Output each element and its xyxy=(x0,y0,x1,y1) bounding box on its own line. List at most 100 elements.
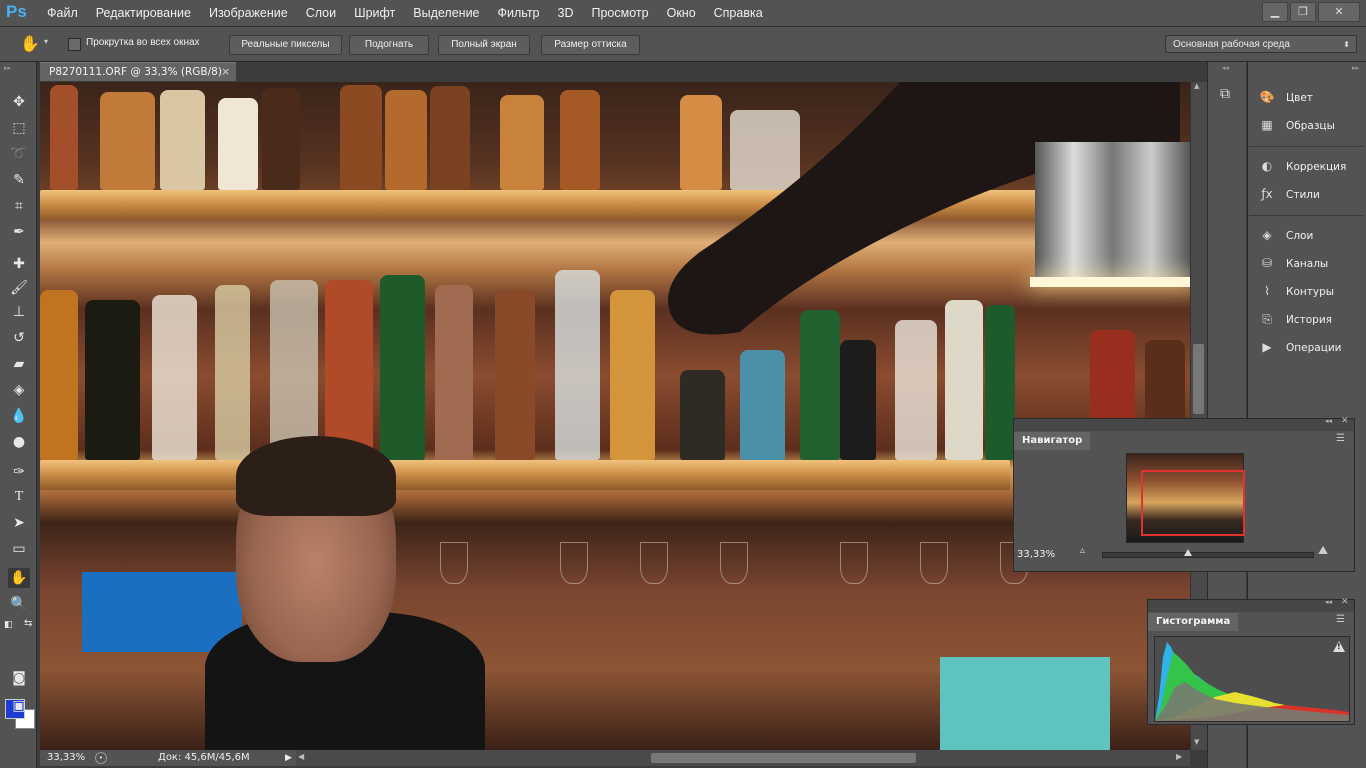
panel-channels[interactable]: ⛁ Каналы xyxy=(1258,252,1358,274)
hand-tool-icon[interactable]: ✋ xyxy=(8,568,30,588)
scroll-left-icon[interactable]: ◀ xyxy=(298,752,304,761)
fit-screen-button[interactable]: Подогнать xyxy=(349,35,429,55)
screen-mode-icon[interactable]: ▣ xyxy=(8,696,30,716)
menu-edit[interactable]: Редактирование xyxy=(87,0,200,26)
panel-layers[interactable]: ◈ Слои xyxy=(1258,224,1358,246)
panel-menu-icon[interactable]: ☰ xyxy=(1336,433,1345,444)
close-document-icon[interactable]: × xyxy=(221,63,230,82)
menu-help[interactable]: Справка xyxy=(705,0,772,26)
minimize-button[interactable]: ▁ xyxy=(1262,2,1288,22)
close-window-button[interactable]: ✕ xyxy=(1318,2,1360,22)
collapse-dock-icon[interactable]: ▸▸ xyxy=(1352,64,1359,72)
3d-panel-icon[interactable]: ⧉ xyxy=(1220,86,1230,102)
main-menu: Файл Редактирование Изображение Слои Шри… xyxy=(38,0,772,26)
photo-bottle xyxy=(380,275,425,460)
panel-paths[interactable]: ⌇ Контуры xyxy=(1258,280,1358,302)
marquee-tool-icon[interactable]: ⬚ xyxy=(8,118,30,138)
fill-screen-button[interactable]: Полный экран xyxy=(438,35,530,55)
zoom-in-icon[interactable]: ⛰ xyxy=(1318,543,1328,558)
default-colors-icon[interactable]: ◧ xyxy=(4,620,13,630)
healing-brush-tool-icon[interactable]: ✚ xyxy=(8,254,30,274)
pen-tool-icon[interactable]: ✑ xyxy=(8,462,30,482)
navigator-zoom-slider-knob[interactable] xyxy=(1184,549,1192,556)
hand-tool-preset-icon[interactable]: ✋ xyxy=(20,34,40,53)
crop-tool-icon[interactable]: ⌗ xyxy=(8,196,30,216)
status-menu-arrow-icon[interactable]: ▶ xyxy=(285,750,292,766)
warning-mark: ! xyxy=(1337,642,1341,651)
grid-icon: ▦ xyxy=(1261,118,1273,132)
print-size-button[interactable]: Размер оттиска xyxy=(541,35,640,55)
menu-image[interactable]: Изображение xyxy=(200,0,297,26)
photo-bottle xyxy=(152,295,197,460)
rectangle-tool-icon[interactable]: ▭ xyxy=(8,539,30,559)
navigator-thumbnail[interactable] xyxy=(1126,453,1245,543)
type-tool-icon[interactable]: T xyxy=(8,487,30,507)
zoom-tool-icon[interactable]: 🔍 xyxy=(8,594,30,614)
navigator-tab[interactable]: Навигатор xyxy=(1014,432,1091,450)
stamp-tool-icon[interactable]: ⊥ xyxy=(8,302,30,322)
menu-3d[interactable]: 3D xyxy=(549,0,583,26)
close-icon[interactable]: ✕ xyxy=(1341,416,1349,426)
zoom-level[interactable]: 33,33% xyxy=(47,750,85,766)
history-brush-tool-icon[interactable]: ↺ xyxy=(8,328,30,348)
quick-select-tool-icon[interactable]: ✎ xyxy=(8,170,30,190)
menu-view[interactable]: Просмотр xyxy=(583,0,658,26)
status-info-icon[interactable]: • xyxy=(95,752,107,764)
menu-file[interactable]: Файл xyxy=(38,0,87,26)
menu-layers[interactable]: Слои xyxy=(297,0,345,26)
blur-tool-icon[interactable]: 💧 xyxy=(8,406,30,426)
scroll-right-icon[interactable]: ▶ xyxy=(1176,752,1182,761)
panel-history[interactable]: ⎘ История xyxy=(1258,308,1358,330)
scroll-all-windows-checkbox[interactable] xyxy=(68,38,81,51)
photo-glass xyxy=(440,542,468,584)
collapse-icon[interactable]: ▸▸ xyxy=(4,64,11,72)
move-tool-icon[interactable]: ✥ xyxy=(8,92,30,112)
zoom-out-icon[interactable]: ▵ xyxy=(1080,545,1085,556)
navigator-zoom-value[interactable]: 33,33% xyxy=(1017,549,1055,560)
navigator-view-box[interactable] xyxy=(1141,470,1245,536)
scroll-down-icon[interactable]: ▼ xyxy=(1194,738,1199,746)
navigator-zoom-slider[interactable] xyxy=(1102,552,1314,558)
actual-pixels-button[interactable]: Реальные пикселы xyxy=(229,35,342,55)
fx-icon: ƒx xyxy=(1261,187,1273,201)
histogram-tab[interactable]: Гистограмма xyxy=(1148,613,1239,631)
menu-select[interactable]: Выделение xyxy=(404,0,488,26)
collapse-icon[interactable]: ◂◂ xyxy=(1325,598,1332,606)
photo-bottle xyxy=(100,92,155,190)
restore-button[interactable]: ❐ xyxy=(1290,2,1316,22)
paint-bucket-tool-icon[interactable]: ◈ xyxy=(8,380,30,400)
panel-actions[interactable]: ▶ Операции xyxy=(1258,336,1358,358)
workspace-switcher[interactable]: Основная рабочая среда ⬍ xyxy=(1165,35,1357,53)
scroll-up-icon[interactable]: ▲ xyxy=(1194,82,1199,90)
brush-tool-icon[interactable]: 🖌 xyxy=(8,278,30,298)
histogram-panel: ◂◂ ✕ Гистограмма ☰ ! xyxy=(1147,597,1355,725)
panel-adjustments[interactable]: ◐ Коррекция xyxy=(1258,155,1358,177)
eraser-tool-icon[interactable]: ▰ xyxy=(8,354,30,374)
lasso-tool-icon[interactable]: ➰ xyxy=(8,144,30,164)
close-icon[interactable]: ✕ xyxy=(1341,597,1349,607)
path-selection-tool-icon[interactable]: ➤ xyxy=(8,513,30,533)
collapse-icon[interactable]: ◂◂ xyxy=(1325,417,1332,425)
dock-divider xyxy=(1249,146,1364,147)
document-tab[interactable]: P8270111.ORF @ 33,3% (RGB/8) × xyxy=(40,62,236,81)
menu-type[interactable]: Шрифт xyxy=(345,0,404,26)
horizontal-scrollbar[interactable]: ◀ ▶ xyxy=(296,750,1190,766)
dodge-tool-icon[interactable]: ● xyxy=(8,432,30,452)
panel-color[interactable]: 🎨 Цвет xyxy=(1258,86,1358,108)
chevron-down-icon[interactable]: ▾ xyxy=(44,37,48,46)
panel-styles[interactable]: ƒx Стили xyxy=(1258,183,1358,205)
photoshop-logo[interactable]: Ps xyxy=(6,2,30,22)
swap-colors-icon[interactable]: ⇆ xyxy=(24,618,32,629)
document-canvas[interactable] xyxy=(40,82,1190,750)
panel-swatches[interactable]: ▦ Образцы xyxy=(1258,114,1358,136)
quick-mask-icon[interactable]: ◙ xyxy=(8,668,30,688)
horizontal-scroll-thumb[interactable] xyxy=(651,753,916,763)
vertical-scroll-thumb[interactable] xyxy=(1193,344,1204,414)
menu-window[interactable]: Окно xyxy=(658,0,705,26)
expand-icon[interactable]: ◂◂ xyxy=(1222,64,1229,72)
photo-glass xyxy=(720,542,748,584)
photo-lamp xyxy=(1035,142,1190,282)
menu-filter[interactable]: Фильтр xyxy=(489,0,549,26)
panel-menu-icon[interactable]: ☰ xyxy=(1336,614,1345,625)
eyedropper-tool-icon[interactable]: ✒ xyxy=(8,222,30,242)
